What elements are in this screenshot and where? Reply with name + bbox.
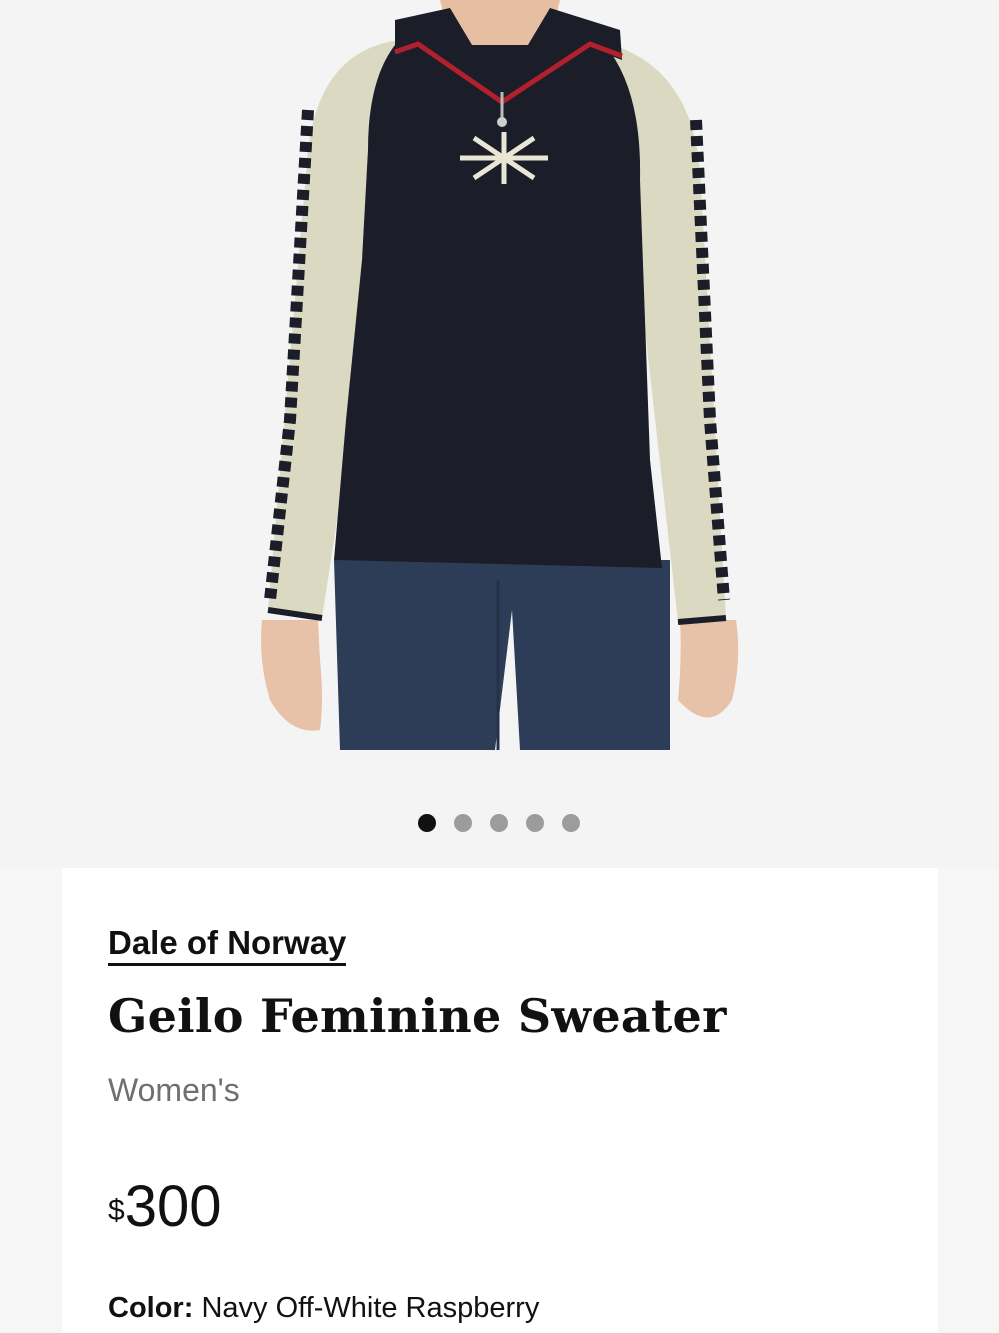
product-info-card: Dale of Norway Geilo Feminine Sweater Wo… bbox=[62, 868, 938, 1333]
carousel-pagination bbox=[0, 814, 999, 834]
product-price: $300 bbox=[108, 1172, 221, 1257]
price-amount: 300 bbox=[124, 1174, 222, 1239]
product-image[interactable] bbox=[250, 0, 750, 750]
product-title: Geilo Feminine Sweater bbox=[108, 989, 727, 1043]
brand-link[interactable]: Dale of Norway bbox=[108, 924, 347, 966]
color-value: Navy Off-White Raspberry bbox=[201, 1292, 540, 1324]
carousel-dot-3[interactable] bbox=[490, 814, 508, 832]
product-image-gallery[interactable] bbox=[0, 0, 999, 868]
price-currency: $ bbox=[108, 1194, 125, 1227]
carousel-dot-5[interactable] bbox=[562, 814, 580, 832]
color-label: Color: bbox=[108, 1292, 194, 1324]
carousel-dot-4[interactable] bbox=[526, 814, 544, 832]
carousel-dot-1[interactable] bbox=[418, 814, 436, 832]
product-category: Women's bbox=[108, 1072, 240, 1108]
color-selection: Color: Navy Off-White Raspberry bbox=[108, 1288, 539, 1328]
carousel-dot-2[interactable] bbox=[454, 814, 472, 832]
